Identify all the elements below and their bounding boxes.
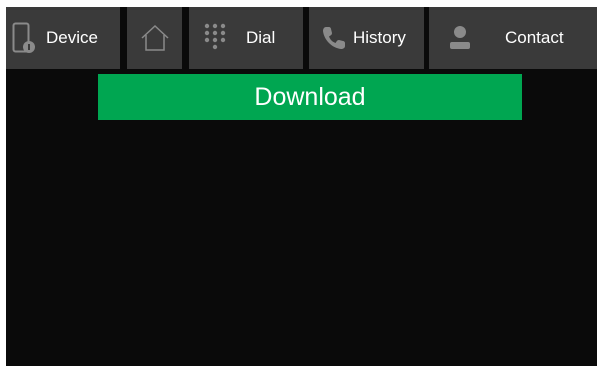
tab-history-label: History <box>353 28 406 47</box>
phone-handset-icon <box>321 25 347 51</box>
person-icon <box>449 25 471 51</box>
tab-home[interactable] <box>127 7 182 69</box>
tab-dial[interactable]: Dial <box>189 7 303 69</box>
tab-history[interactable]: History <box>309 7 424 69</box>
phone-device-icon <box>12 22 36 54</box>
tab-dial-label: Dial <box>246 28 276 47</box>
tab-device[interactable]: Device <box>6 7 120 69</box>
download-button[interactable]: Download <box>98 74 522 120</box>
dialpad-icon <box>204 23 226 53</box>
tab-contact-label: Contact <box>505 28 564 47</box>
screen: Device Dial History Contact Download <box>6 7 597 366</box>
tab-contact[interactable]: Contact <box>429 7 597 69</box>
top-nav-bar: Device Dial History Contact <box>6 7 597 69</box>
home-icon <box>140 24 170 52</box>
tab-device-label: Device <box>46 28 98 47</box>
